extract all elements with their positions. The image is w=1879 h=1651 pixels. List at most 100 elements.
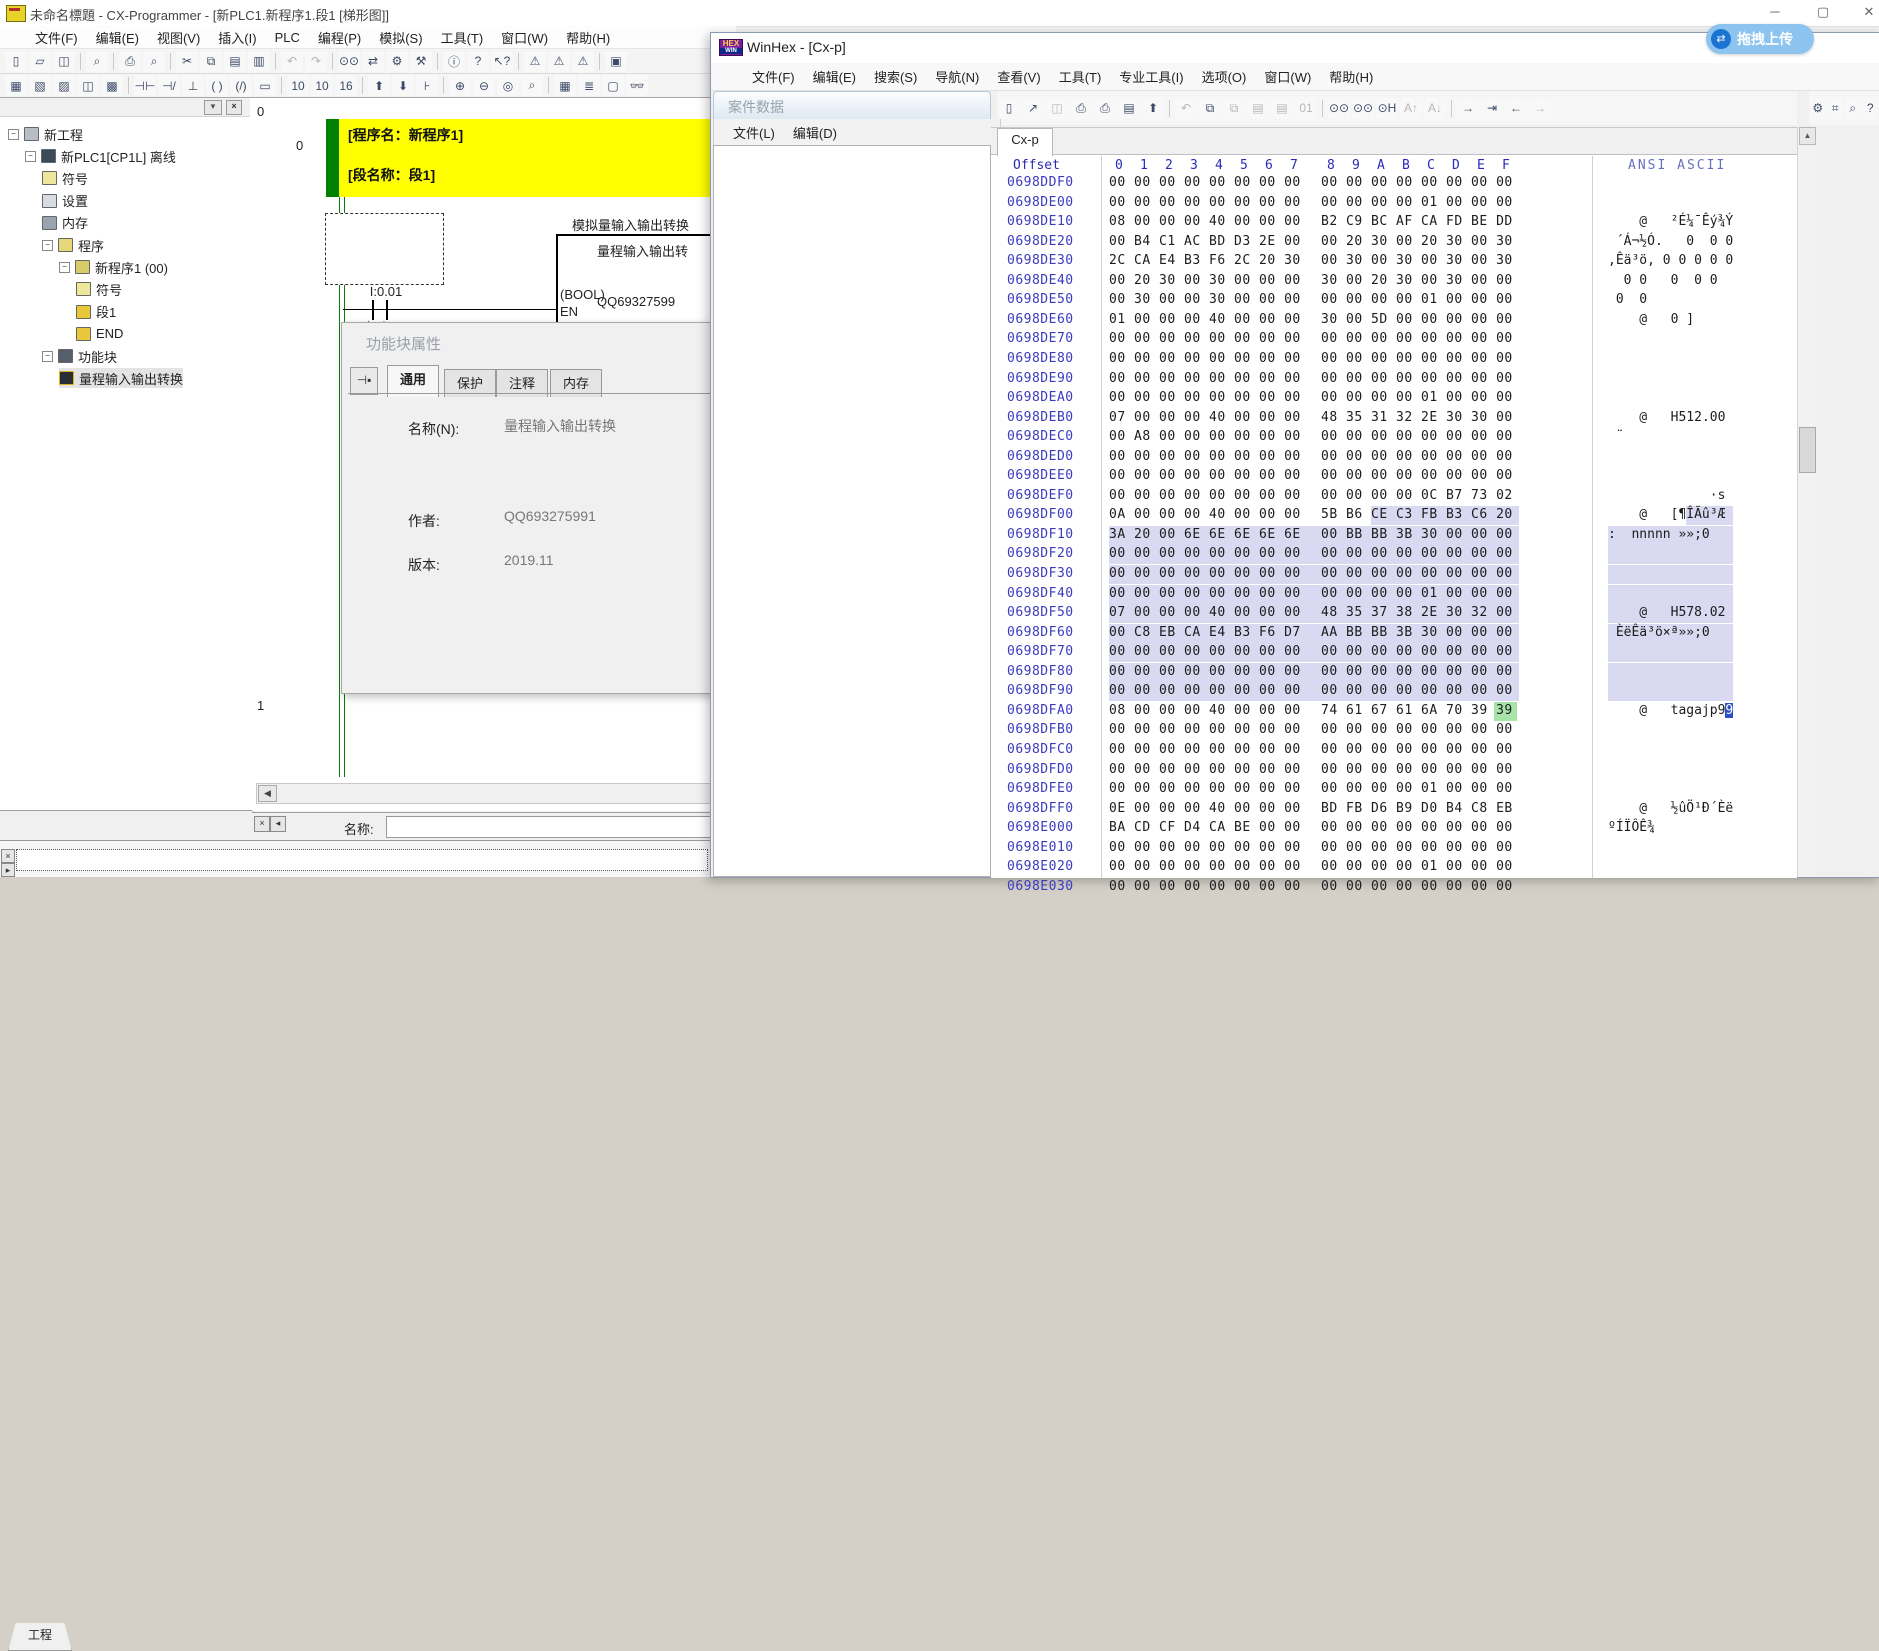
tree-item-6[interactable]: −新程序1 (00): [59, 257, 168, 277]
ascii-text[interactable]: 0 0 0 0 0: [1608, 273, 1733, 288]
num-10-icon[interactable]: 10: [287, 75, 309, 96]
ascii-text[interactable]: [1608, 742, 1733, 757]
case-menu-l[interactable]: 文件(L): [724, 121, 784, 144]
ascii-text[interactable]: @ 0 ]: [1608, 312, 1733, 327]
close-icon[interactable]: ×: [1, 849, 15, 863]
hex-bytes-high[interactable]: 00 00 00 00 00 00 00 00: [1321, 879, 1513, 894]
hex-bytes-low[interactable]: 00 00 00 00 00 00 00 00: [1109, 683, 1301, 698]
hex-bytes-high[interactable]: 00 00 00 00 00 00 00 00: [1321, 644, 1513, 659]
ascii-text[interactable]: [1608, 175, 1733, 190]
hex-bytes-high[interactable]: 00 00 00 00 00 00 00 00: [1321, 175, 1513, 190]
case-data-body[interactable]: [713, 145, 991, 877]
magnifier-icon[interactable]: ⌕: [1845, 98, 1861, 119]
hex-bytes-low[interactable]: 08 00 00 00 40 00 00 00: [1109, 214, 1301, 229]
hex-bytes-high[interactable]: B2 C9 BC AF CA FD BE DD: [1321, 214, 1513, 229]
hex-bytes-high[interactable]: 00 00 00 00 00 00 00 00: [1321, 546, 1513, 561]
goto-forward-icon[interactable]: →: [1457, 98, 1479, 119]
hex-bytes-low[interactable]: 00 00 00 00 00 00 00 00: [1109, 566, 1301, 581]
cxp-menu-t[interactable]: 工具(T): [432, 26, 493, 49]
cxp-menu-w[interactable]: 窗口(W): [492, 26, 557, 49]
hex-bytes-low[interactable]: 00 00 00 00 00 00 00 00: [1109, 664, 1301, 679]
hex-bytes-high[interactable]: 00 00 00 00 00 00 00 00: [1321, 840, 1513, 855]
search-hex-icon[interactable]: ⊙H: [1376, 98, 1398, 119]
ascii-text[interactable]: ºÍÏÔÊ¾: [1608, 820, 1733, 835]
ascii-text[interactable]: [1608, 644, 1733, 659]
ascii-text[interactable]: ·s: [1608, 488, 1733, 503]
grid-toggle-icon[interactable]: ▦: [554, 75, 576, 96]
hex-bytes-low[interactable]: 00 00 00 00 00 00 00 00: [1109, 195, 1301, 210]
cxp-menu-f[interactable]: 文件(F): [26, 26, 87, 49]
replace-icon[interactable]: ⇄: [362, 51, 384, 72]
hex-bytes-high[interactable]: 00 00 00 00 00 00 00 00: [1321, 468, 1513, 483]
hex-bytes-high[interactable]: 74 61 67 61 6A 70 39 39: [1321, 703, 1513, 718]
print2-icon[interactable]: ⎙: [1094, 98, 1116, 119]
winhex-menu-e[interactable]: 编辑(E): [804, 65, 865, 88]
zoom-out-icon[interactable]: ⊖: [473, 75, 495, 96]
pin-icon[interactable]: ⊣▪: [350, 367, 378, 395]
tree-item-10[interactable]: −功能块: [42, 346, 117, 366]
tool-a-icon[interactable]: ⚙: [386, 51, 408, 72]
watch-icon[interactable]: 👓: [626, 75, 648, 96]
hex-bytes-high[interactable]: 00 00 00 00 01 00 00 00: [1321, 390, 1513, 405]
close-panel-icon[interactable]: ×: [226, 100, 242, 115]
tree-item-1[interactable]: −新PLC1[CP1L] 离线: [25, 146, 176, 166]
hex-bytes-low[interactable]: 00 00 00 00 00 00 00 00: [1109, 722, 1301, 737]
hex-vertical-scrollbar[interactable]: ▲: [1797, 127, 1815, 877]
hex-bytes-high[interactable]: 5B B6 CE C3 FB B3 C6 20: [1321, 507, 1513, 522]
help-question-icon[interactable]: ?: [467, 51, 489, 72]
expander-icon[interactable]: −: [42, 240, 53, 251]
expander-icon[interactable]: −: [8, 129, 19, 140]
expander-icon[interactable]: −: [42, 351, 53, 362]
drag-upload-badge[interactable]: ⇄ 拖拽上传: [1706, 24, 1814, 54]
window-fn-icon[interactable]: ▨: [53, 75, 75, 96]
winhex-menu-s[interactable]: 搜索(S): [865, 65, 926, 88]
export-icon[interactable]: ⬆: [1142, 98, 1164, 119]
close-button[interactable]: ✕: [1852, 0, 1879, 24]
info-circle-icon[interactable]: ⓘ: [443, 51, 465, 72]
search-binoc-icon[interactable]: ⊙⊙: [1328, 98, 1350, 119]
ascii-text[interactable]: [1608, 879, 1733, 894]
expander-icon[interactable]: −: [25, 151, 36, 162]
ascii-text[interactable]: [1608, 586, 1733, 601]
ascii-text[interactable]: ´Á¬½Ó. 0 0 0: [1608, 234, 1733, 249]
properties-icon[interactable]: ▤: [1118, 98, 1140, 119]
expander-icon[interactable]: −: [59, 262, 70, 273]
hex-bytes-low[interactable]: 00 B4 C1 AC BD D3 2E 00: [1109, 234, 1301, 249]
tree-item-11[interactable]: 量程输入输出转换: [59, 368, 183, 388]
expand-icon[interactable]: ▸: [1, 863, 15, 877]
zoom-sel-icon[interactable]: ⌕: [521, 75, 543, 96]
new-doc-icon[interactable]: ▯: [5, 51, 27, 72]
hex-bytes-high[interactable]: 00 00 00 00 01 00 00 00: [1321, 859, 1513, 874]
close-icon[interactable]: ×: [254, 816, 270, 832]
copy-block-icon[interactable]: ⧉: [1199, 98, 1221, 119]
hex-bytes-low[interactable]: 00 00 00 00 00 00 00 00: [1109, 840, 1301, 855]
ladder-horizontal-scrollbar[interactable]: ◀: [256, 783, 714, 804]
window-cross-icon[interactable]: ▩: [101, 75, 123, 96]
hex-bytes-low[interactable]: 00 00 00 00 00 00 00 00: [1109, 371, 1301, 386]
hex-bytes-high[interactable]: 00 00 00 00 01 00 00 00: [1321, 586, 1513, 601]
tree-item-0[interactable]: −新工程: [8, 124, 83, 144]
hex-bytes-high[interactable]: 00 00 00 00 00 00 00 00: [1321, 664, 1513, 679]
back-teal-icon[interactable]: ←: [1505, 98, 1527, 119]
contact-nc-icon[interactable]: ⊣/: [158, 75, 180, 96]
tree-item-4[interactable]: 内存: [42, 213, 88, 233]
hex-bytes-high[interactable]: 00 20 30 00 20 30 00 30: [1321, 234, 1513, 249]
hex-bytes-high[interactable]: 00 00 00 00 00 00 00 00: [1321, 762, 1513, 777]
ascii-text[interactable]: ¨: [1608, 429, 1733, 444]
hex-bytes-low[interactable]: 00 00 00 00 00 00 00 00: [1109, 390, 1301, 405]
hex-bytes-high[interactable]: 00 00 00 00 00 00 00 00: [1321, 429, 1513, 444]
search-replace-icon[interactable]: ⊙⊙: [1352, 98, 1374, 119]
window-io-icon[interactable]: ◫: [77, 75, 99, 96]
ascii-text[interactable]: 0 0: [1608, 292, 1733, 307]
hex-bytes-high[interactable]: 00 00 00 00 01 00 00 00: [1321, 195, 1513, 210]
online-work-icon[interactable]: ▣: [605, 51, 627, 72]
monitor-icon[interactable]: ▢: [602, 75, 624, 96]
ascii-text[interactable]: [1608, 195, 1733, 210]
ascii-text[interactable]: @ ½ûÖ¹Ð´Èë: [1608, 801, 1733, 816]
copy-icon[interactable]: ⧉: [200, 51, 222, 72]
winhex-menu-n[interactable]: 导航(N): [926, 65, 988, 88]
hex-bytes-high[interactable]: BD FB D6 B9 D0 B4 C8 EB: [1321, 801, 1513, 816]
ascii-text[interactable]: ÈëÊä³ö×ª»»;0: [1608, 625, 1733, 640]
ascii-text[interactable]: [1608, 390, 1733, 405]
search-binoc-icon[interactable]: ⊙⊙: [338, 51, 360, 72]
